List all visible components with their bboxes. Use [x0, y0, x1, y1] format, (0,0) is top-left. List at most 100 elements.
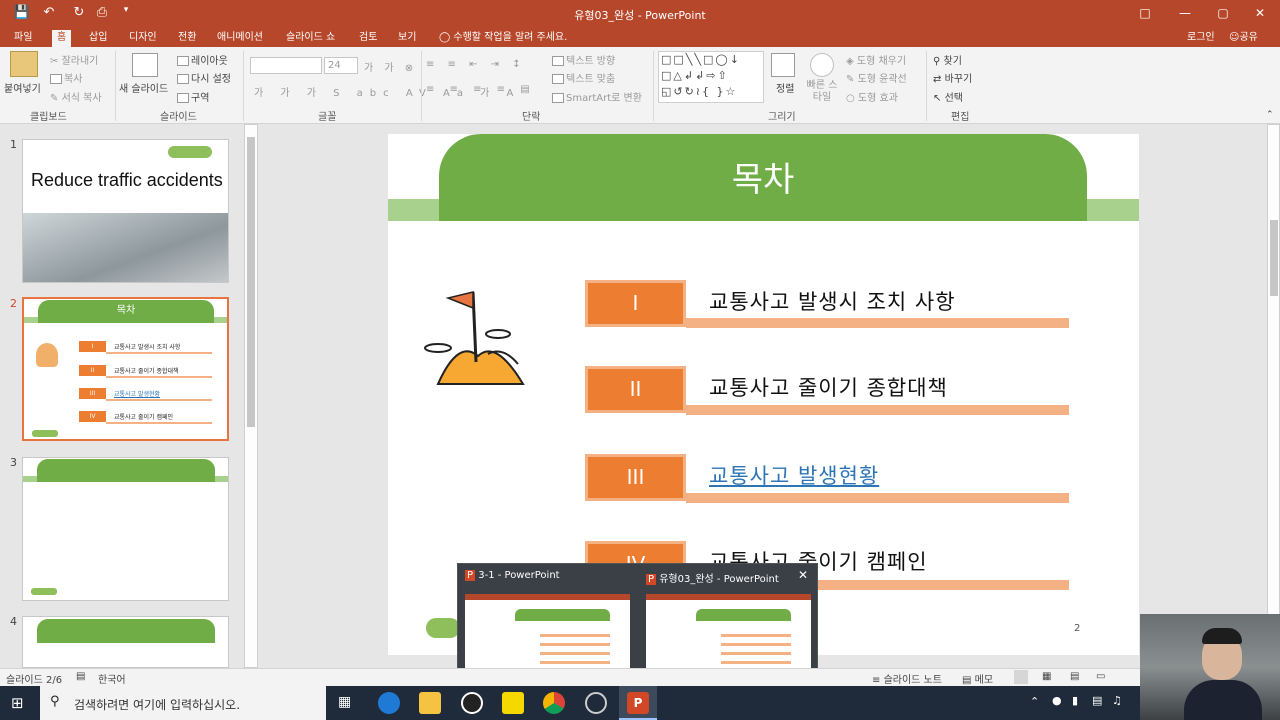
thumbnail-scrollbar[interactable] [244, 124, 258, 668]
font-family-combo[interactable] [250, 57, 322, 74]
text-direction-button[interactable]: 텍스트 방향 [552, 52, 615, 67]
shapes-gallery[interactable]: □□╲╲□◯↓ □△↲↲⇨⇧ ◱↺↻≀{ }☆ [658, 51, 764, 103]
tab-view[interactable]: 보기 [393, 30, 421, 47]
normal-view-icon[interactable] [1014, 670, 1028, 684]
edge-icon[interactable] [378, 692, 400, 714]
minimize-button[interactable]: — [1174, 4, 1196, 22]
spellcheck-icon[interactable]: ▤ [76, 671, 85, 682]
slide-thumbnail-3[interactable] [22, 457, 229, 601]
slide-thumbnail-4[interactable] [22, 616, 229, 668]
paste-button[interactable]: 붙여넣기 [4, 80, 41, 95]
status-bar: 슬라이드 2/6 ▤ 한국어 ≡ 슬라이드 노트 ▤ 메모 ▦ ▤ ▭ [0, 668, 1280, 686]
reading-view-icon[interactable]: ▤ [1070, 671, 1079, 682]
tab-home[interactable]: 홈 [52, 30, 72, 47]
tab-transitions[interactable]: 전환 [173, 30, 201, 47]
slide-thumbnail-1[interactable]: Reduce traffic accidents [22, 139, 229, 283]
search-icon: ⚲ [50, 694, 60, 709]
item-number-1[interactable]: I [585, 280, 686, 327]
tab-slideshow[interactable]: 슬라이드 쇼 [281, 30, 340, 47]
format-painter-button[interactable]: ✎ 서식 복사 [50, 89, 102, 104]
font-size-combo[interactable]: 24 [324, 57, 358, 74]
thumb-numeral: IV [79, 411, 106, 422]
microphone-icon[interactable]: ● [1052, 694, 1062, 707]
cut-button[interactable]: ✂ 잘라내기 [50, 52, 98, 67]
task-view-icon[interactable]: ▦ [338, 694, 351, 710]
new-slide-icon[interactable] [132, 53, 158, 77]
network-icon[interactable]: ▤ [1092, 694, 1102, 707]
tab-review[interactable]: 검토 [354, 30, 382, 47]
section-button[interactable]: 구역 [177, 89, 209, 104]
volume-icon[interactable]: ♫ [1112, 694, 1122, 707]
preview-window-1[interactable]: P 3-1 - PowerPoint [465, 570, 560, 581]
align-text-button[interactable]: 텍스트 맞춤 [552, 70, 615, 85]
penguin-app-icon[interactable] [461, 692, 483, 714]
item-bar [686, 318, 1069, 328]
collapse-ribbon-icon[interactable]: ⌃ [1266, 110, 1274, 120]
preview-window-2[interactable]: P 유형03_완성 - PowerPoint [646, 570, 779, 585]
toc-item-3-link[interactable]: 교통사고 발생현황 [709, 460, 879, 490]
layout-button[interactable]: 레이아웃 [177, 52, 228, 67]
cursor-icon: ↖ [933, 93, 942, 104]
ribbon-display-icon[interactable]: □ [1134, 4, 1156, 22]
scrollbar-thumb[interactable] [1270, 220, 1278, 296]
tab-insert[interactable]: 삽입 [84, 30, 112, 47]
paste-icon[interactable] [10, 51, 38, 77]
notes-button[interactable]: ≡ 슬라이드 노트 [872, 671, 942, 686]
arrange-icon[interactable] [771, 53, 795, 77]
tray-chevron-icon[interactable]: ⌃ [1030, 695, 1039, 708]
logo [32, 430, 58, 437]
comments-button[interactable]: ▤ 메모 [962, 671, 993, 686]
file-explorer-icon[interactable] [419, 692, 441, 714]
close-button[interactable]: ✕ [1249, 4, 1271, 22]
ribbon-separator [926, 51, 927, 121]
sticky-notes-icon[interactable] [502, 692, 524, 714]
shape-effects-button[interactable]: ○ 도형 효과 [846, 89, 898, 104]
tab-design[interactable]: 디자인 [124, 30, 162, 47]
shape-fill-button[interactable]: ◈ 도형 채우기 [846, 52, 906, 67]
windows-taskbar: ⊞ ⚲ 검색하려면 여기에 입력하십시오. ▦ P ⌃ ● ▮ ▤ ♫ [0, 686, 1280, 720]
battery-icon[interactable]: ▮ [1072, 694, 1078, 707]
obs-icon[interactable] [585, 692, 607, 714]
smartart-button[interactable]: SmartArt로 변환 [552, 89, 642, 104]
toc-item-1[interactable]: 교통사고 발생시 조치 사항 [709, 286, 956, 316]
shape-outline-button[interactable]: ✎ 도형 윤곽선 [846, 70, 907, 85]
item-number-3[interactable]: III [585, 454, 686, 501]
font-size-buttons[interactable]: 가 가 ⊗ [364, 59, 417, 74]
editor-scrollbar[interactable] [1267, 124, 1280, 668]
powerpoint-taskbar-button[interactable]: P [619, 686, 657, 720]
slideshow-view-icon[interactable]: ▭ [1096, 671, 1105, 682]
flag-clipart [36, 343, 58, 367]
slide-title[interactable]: 목차 [439, 152, 1087, 201]
language-indicator[interactable]: 한국어 [98, 671, 126, 686]
reset-button[interactable]: 다시 설정 [177, 70, 231, 85]
login-link[interactable]: 로그인 [1182, 30, 1220, 47]
scrollbar-thumb[interactable] [247, 137, 255, 427]
page-number: 2 [1074, 623, 1081, 634]
find-button[interactable]: ⚲ 찾기 [933, 52, 962, 67]
chrome-icon[interactable] [543, 692, 565, 714]
select-button[interactable]: ↖ 선택 [933, 89, 963, 104]
sorter-view-icon[interactable]: ▦ [1042, 671, 1051, 682]
toc-item-2[interactable]: 교통사고 줄이기 종합대책 [709, 372, 948, 402]
tab-file[interactable]: 파일 [9, 30, 37, 47]
share-button[interactable]: ☺공유 [1224, 30, 1263, 47]
mini-title [515, 609, 610, 621]
arrange-button[interactable]: 정렬 [776, 80, 794, 95]
taskbar-search[interactable]: ⚲ 검색하려면 여기에 입력하십시오. [40, 686, 326, 720]
new-slide-button[interactable]: 새 슬라이드 [119, 80, 168, 95]
slide-thumbnail-2[interactable]: 목차 I 교통사고 발생시 조치 사항 II 교통사고 줄이기 종합대책 III… [22, 297, 229, 441]
maximize-button[interactable]: ▢ [1212, 4, 1234, 22]
copy-button[interactable]: 복사 [50, 70, 82, 85]
item-number-2[interactable]: II [585, 366, 686, 413]
reset-icon [177, 74, 189, 84]
replace-button[interactable]: ⇄ 바꾸기 [933, 70, 972, 85]
quick-styles-button[interactable]: 빠른 스타일 [803, 80, 841, 104]
tell-me-box[interactable]: ◯ 수행할 작업을 알려 주세요. [434, 30, 572, 47]
windows-start-icon[interactable]: ⊞ [11, 694, 24, 712]
title-bar: 💾 ↶ ↻ ⎙ ▾ 유형03_완성 - PowerPoint □ — ▢ ✕ [0, 0, 1280, 28]
quick-styles-icon[interactable] [810, 53, 834, 77]
preview-close-icon[interactable]: ✕ [798, 568, 808, 582]
list-buttons[interactable]: ≡ ≡ ⇤ ⇥ ↕ [426, 59, 526, 70]
align-buttons[interactable]: ≡ ≡ ≡ ≡ ▤ [426, 84, 536, 95]
tab-animations[interactable]: 애니메이션 [212, 30, 268, 47]
